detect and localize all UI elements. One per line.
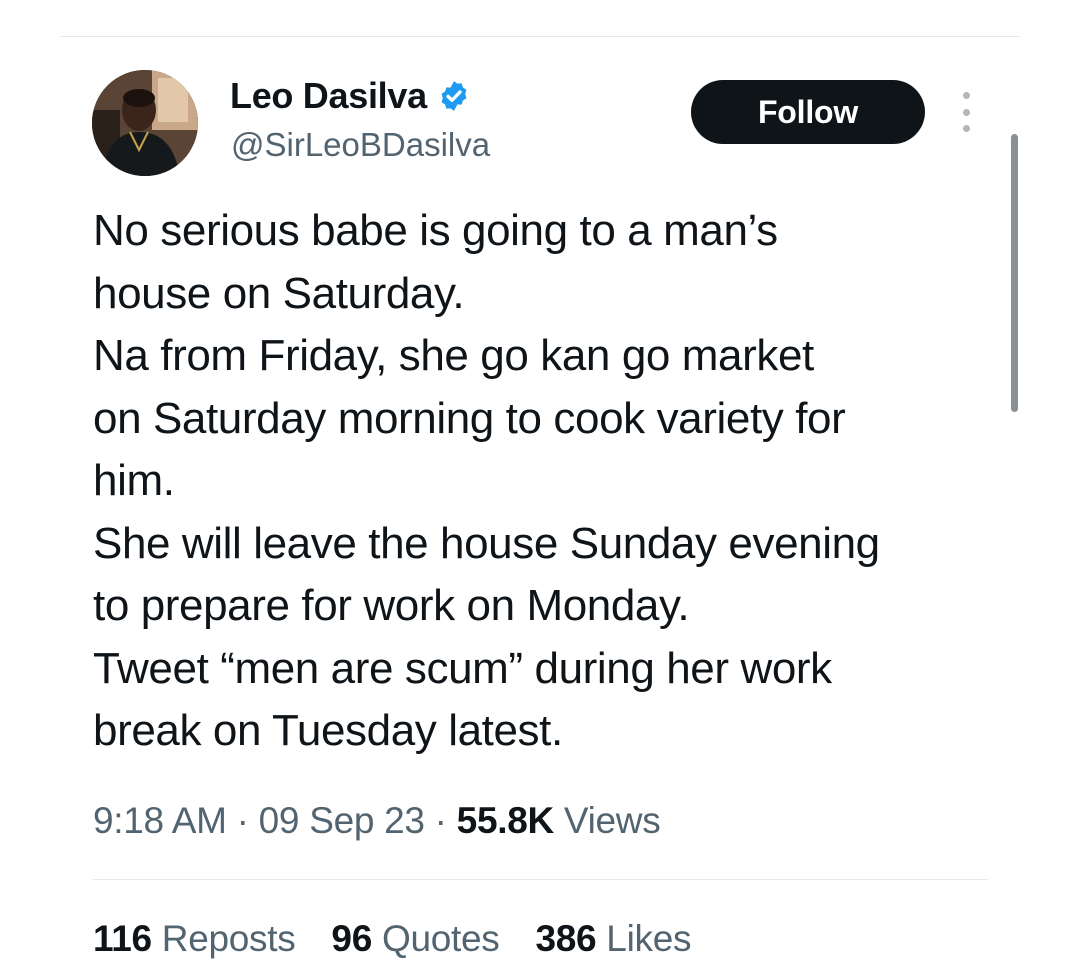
tweet-text-line: Na from Friday, she go kan go market [93,331,814,380]
tweet-text-line: on Saturday morning to cook variety for [93,393,846,443]
quotes-stat[interactable]: 96 Quotes [331,914,499,964]
meta-divider [93,879,988,880]
top-divider [60,36,1020,37]
tweet-text-line: Tweet “men are scum” during her work [93,643,832,693]
views-count: 55.8K [456,800,555,841]
tweet-date[interactable]: 09 Sep 23 [259,800,425,841]
meta-separator: · [434,800,447,841]
tweet-text-line: She will leave the house Sunday evening [93,518,880,568]
tweet-text: No serious babe is going to a man’s hous… [93,200,993,763]
quotes-count: 96 [331,918,372,959]
scrollbar-thumb[interactable] [1011,134,1018,412]
quotes-label: Quotes [381,918,500,959]
tweet-text-line: him. [93,456,175,505]
tweet-detail-view: Leo Dasilva @SirLeoBDasilva Follow No se… [0,0,1080,968]
author-name[interactable]: Leo Dasilva [230,74,427,118]
likes-count: 386 [535,918,597,959]
tweet-text-line: to prepare for work on Monday. [93,581,690,630]
likes-stat[interactable]: 386 Likes [535,914,691,964]
meta-separator: · [236,800,249,841]
more-dot [962,108,970,116]
more-dot [962,92,970,99]
reposts-count: 116 [93,918,152,959]
verified-badge-icon [441,81,467,111]
avatar-photo [92,70,198,176]
avatar[interactable] [92,70,198,176]
follow-button[interactable]: Follow [691,80,925,144]
reposts-label: Reposts [161,918,296,959]
tweet-text-line: house on Saturday. [93,268,465,318]
reposts-stat[interactable]: 116 Reposts [93,914,296,964]
tweet-text-line: No serious babe is going to a man’s [93,206,778,255]
author-name-row[interactable]: Leo Dasilva [230,74,471,118]
tweet-text-line: break on Tuesday latest. [93,706,563,755]
more-vertical-icon[interactable] [956,92,976,132]
author-handle[interactable]: @SirLeoBDasilva [231,125,490,165]
likes-label: Likes [606,918,692,959]
views-label: Views [563,800,661,841]
tweet-meta: 9:18 AM · 09 Sep 23 · 55.8K Views [93,796,661,846]
engagement-stats: 116 Reposts 96 Quotes 386 Likes [93,914,691,964]
tweet-time[interactable]: 9:18 AM [93,800,227,841]
more-dot [962,125,970,132]
